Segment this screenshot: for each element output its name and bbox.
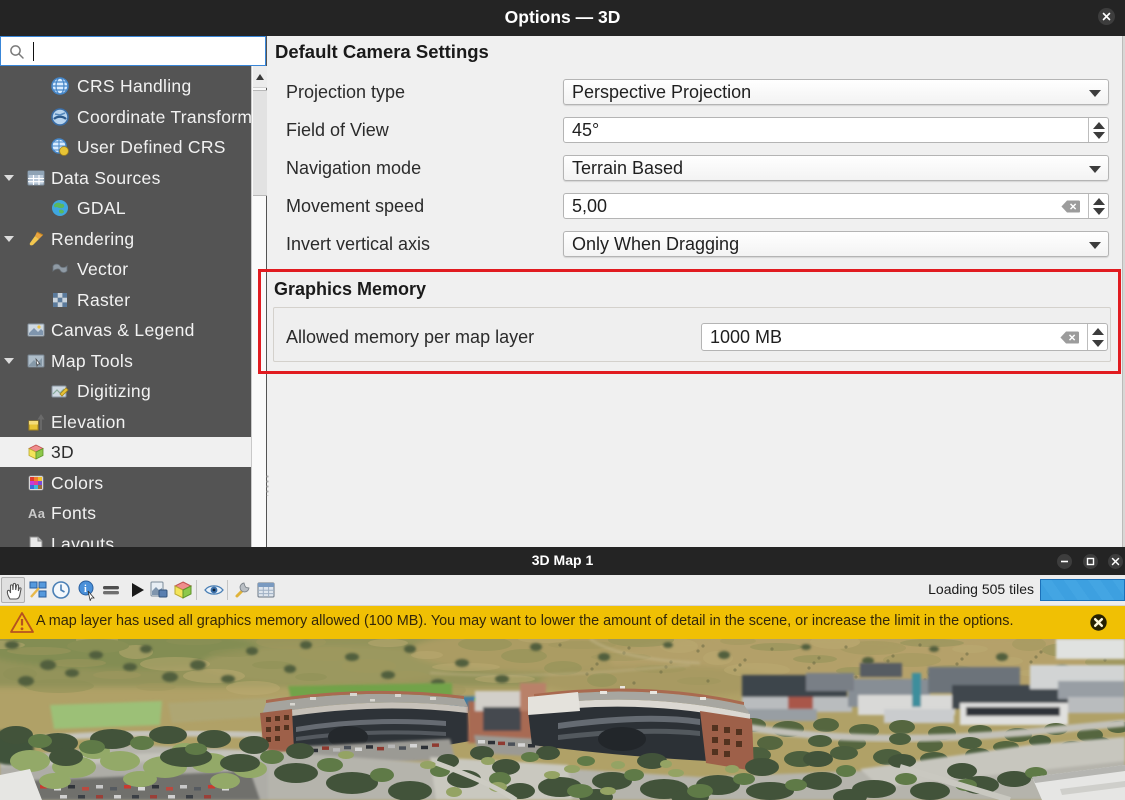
- svg-text:i: i: [84, 584, 87, 595]
- svg-text:Aa: Aa: [28, 506, 45, 521]
